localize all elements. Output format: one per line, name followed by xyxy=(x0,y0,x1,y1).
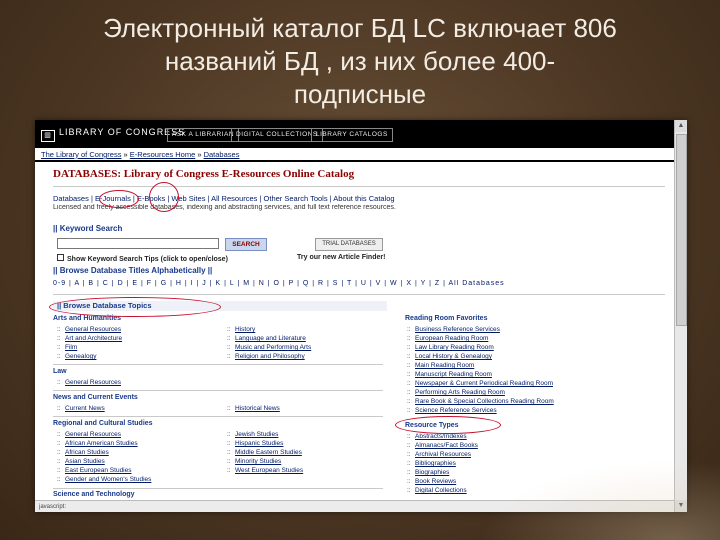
regional-link[interactable]: Minority Studies xyxy=(235,458,281,465)
reading-room-link[interactable]: Business Reference Services xyxy=(415,326,500,333)
page-title: DATABASES: Library of Congress E-Resourc… xyxy=(53,168,355,180)
scroll-up-icon[interactable]: ▲ xyxy=(675,120,687,132)
reading-room-link[interactable]: Performing Arts Reading Room xyxy=(415,389,505,396)
breadcrumb-eresources[interactable]: E-Resources Home xyxy=(130,150,195,159)
breadcrumb-loc[interactable]: The Library of Congress xyxy=(41,150,121,159)
arts-link[interactable]: History xyxy=(235,326,255,333)
library-catalogs-button[interactable]: LIBRARY CATALOGS xyxy=(311,128,393,142)
reading-room-link[interactable]: Science Reference Services xyxy=(415,407,497,414)
resource-type-link[interactable]: Archival Resources xyxy=(415,451,471,458)
category-regional: Regional and Cultural Studies xyxy=(53,420,153,427)
arts-link[interactable]: Film xyxy=(65,344,77,351)
slide-title-line-1: Электронный каталог БД LC включает 806 xyxy=(103,13,617,43)
category-science: Science and Technology xyxy=(53,491,135,498)
search-button[interactable]: SEARCH xyxy=(225,238,267,251)
resource-type-link[interactable]: Bibliographies xyxy=(415,460,456,467)
reading-room-heading: Reading Room Favorites xyxy=(405,315,488,322)
alphabet-index[interactable]: 0-9 | A | B | C | D | E | F | G | H | I … xyxy=(53,280,673,287)
title-divider xyxy=(53,186,665,187)
arts-link[interactable]: Religion and Philosophy xyxy=(235,353,305,360)
regional-link[interactable]: Gender and Women's Studies xyxy=(65,476,151,483)
reading-room-link[interactable]: Local History & Genealogy xyxy=(415,353,492,360)
loc-logo[interactable]: ▥ LIBRARY OF CONGRESS xyxy=(41,127,185,142)
regional-link[interactable]: Asian Studies xyxy=(65,458,105,465)
regional-link[interactable]: African American Studies xyxy=(65,440,138,447)
alpha-divider xyxy=(53,294,665,295)
reading-room-link[interactable]: European Reading Room xyxy=(415,335,488,342)
category-divider xyxy=(53,416,383,417)
regional-link[interactable]: General Resources xyxy=(65,431,121,438)
category-divider xyxy=(53,364,383,365)
browser-screenshot: ▥ LIBRARY OF CONGRESS ASK A LIBRARIAN DIG… xyxy=(35,120,687,512)
reading-room-link[interactable]: Main Reading Room xyxy=(415,362,474,369)
book-decoration xyxy=(480,460,720,540)
browse-alpha-heading: || Browse Database Titles Alphabetically… xyxy=(53,266,213,275)
category-law: Law xyxy=(53,368,67,375)
regional-link[interactable]: West European Studies xyxy=(235,467,303,474)
category-divider xyxy=(53,390,383,391)
resource-type-link[interactable]: Biographies xyxy=(415,469,449,476)
regional-link[interactable]: Jewish Studies xyxy=(235,431,278,438)
article-finder-link[interactable]: Try our new Article Finder! xyxy=(297,254,385,261)
arts-link[interactable]: Music and Performing Arts xyxy=(235,344,311,351)
regional-link[interactable]: East European Studies xyxy=(65,467,132,474)
keyword-search-input[interactable] xyxy=(57,238,219,249)
library-building-icon: ▥ xyxy=(41,130,55,142)
search-tips-toggle[interactable]: Show Keyword Search Tips (click to open/… xyxy=(57,254,228,263)
regional-link[interactable]: Hispanic Studies xyxy=(235,440,283,447)
category-news: News and Current Events xyxy=(53,394,138,401)
category-divider xyxy=(53,488,383,489)
trial-databases-button[interactable]: TRIAL DATABASES xyxy=(315,238,383,251)
reading-room-link[interactable]: Rare Book & Special Collections Reading … xyxy=(415,398,554,405)
breadcrumb: The Library of Congress » E-Resources Ho… xyxy=(41,150,240,159)
slide-title-line-2: названий БД , из них более 400- xyxy=(164,46,556,76)
scroll-thumb[interactable] xyxy=(676,134,687,326)
resource-type-link[interactable]: Book Reviews xyxy=(415,478,456,485)
annotation-circle-topics xyxy=(49,297,221,317)
annotation-circle-ejournals xyxy=(99,190,139,208)
news-link[interactable]: Historical News xyxy=(235,405,280,412)
news-link[interactable]: Current News xyxy=(65,405,105,412)
header-rule xyxy=(35,160,675,162)
keyword-search-heading: || Keyword Search xyxy=(53,224,123,233)
toggle-box-icon xyxy=(57,254,64,261)
resource-type-link[interactable]: Almanacs/Fact Books xyxy=(415,442,478,449)
reading-room-link[interactable]: Newspaper & Current Periodical Reading R… xyxy=(415,380,553,387)
page-content: ▥ LIBRARY OF CONGRESS ASK A LIBRARIAN DIG… xyxy=(35,120,675,512)
resource-type-link[interactable]: Digital Collections xyxy=(415,487,467,494)
arts-link[interactable]: General Resources xyxy=(65,326,121,333)
annotation-circle-resource-types xyxy=(395,416,501,434)
reading-room-link[interactable]: Manuscript Reading Room xyxy=(415,371,492,378)
annotation-circle-ebooks xyxy=(149,182,179,212)
site-header: ▥ LIBRARY OF CONGRESS ASK A LIBRARIAN DIG… xyxy=(35,120,675,148)
arts-link[interactable]: Language and Literature xyxy=(235,335,306,342)
arts-link[interactable]: Genealogy xyxy=(65,353,96,360)
catalog-description: Licensed and freely accessible databases… xyxy=(53,204,396,211)
vertical-scrollbar[interactable]: ▲ ▼ xyxy=(674,120,687,512)
resource-type-link[interactable]: Abstracts/Indexes xyxy=(415,433,467,440)
slide-title-line-3: подписные xyxy=(293,79,427,109)
arts-link[interactable]: Art and Architecture xyxy=(65,335,122,342)
reading-room-link[interactable]: Law Library Reading Room xyxy=(415,344,494,351)
slide-title: Электронный каталог БД LC включает 806 н… xyxy=(0,12,720,111)
regional-link[interactable]: Middle Eastern Studies xyxy=(235,449,302,456)
breadcrumb-databases[interactable]: Databases xyxy=(204,150,240,159)
digital-collections-button[interactable]: DIGITAL COLLECTIONS xyxy=(231,128,323,142)
regional-link[interactable]: African Studies xyxy=(65,449,109,456)
law-link[interactable]: General Resources xyxy=(65,379,121,386)
search-tips-label: Show Keyword Search Tips (click to open/… xyxy=(67,256,228,263)
ask-librarian-button[interactable]: ASK A LIBRARIAN xyxy=(167,128,240,142)
